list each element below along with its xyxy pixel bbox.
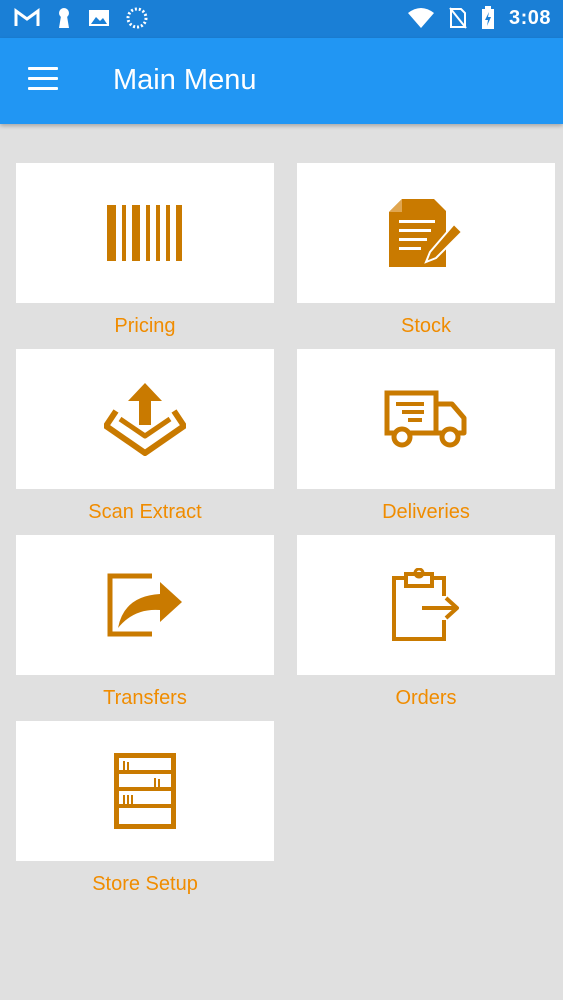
clipboard-arrow-icon bbox=[392, 568, 459, 641]
gmail-icon bbox=[14, 8, 40, 26]
menu-tile-stock[interactable] bbox=[297, 163, 555, 303]
barcode-icon bbox=[107, 205, 182, 261]
menu-tile-transfers[interactable] bbox=[16, 535, 274, 675]
share-arrow-icon bbox=[107, 573, 182, 637]
hamburger-menu-icon[interactable] bbox=[28, 67, 60, 93]
page-title: Main Menu bbox=[113, 64, 257, 96]
menu-label-deliveries: Deliveries bbox=[382, 501, 470, 523]
app-bar: Main Menu bbox=[0, 38, 563, 124]
no-sim-icon bbox=[449, 7, 467, 29]
box-upload-icon bbox=[104, 383, 186, 456]
battery-charging-icon bbox=[481, 6, 494, 29]
menu-label-transfers: Transfers bbox=[103, 687, 187, 709]
menu-tile-pricing[interactable] bbox=[16, 163, 274, 303]
image-icon bbox=[89, 10, 109, 26]
menu-tile-scan-extract[interactable] bbox=[16, 349, 274, 489]
clock: 3:08 bbox=[508, 6, 551, 29]
menu-label-store-setup: Store Setup bbox=[92, 873, 198, 895]
wifi-icon bbox=[407, 8, 434, 28]
menu-label-scan-extract: Scan Extract bbox=[88, 501, 202, 523]
menu-tile-orders[interactable] bbox=[297, 535, 555, 675]
menu-label-pricing: Pricing bbox=[114, 315, 176, 337]
sync-icon bbox=[126, 7, 148, 29]
menu-tile-deliveries[interactable] bbox=[297, 349, 555, 489]
bookshelf-icon bbox=[114, 753, 176, 829]
status-bar: 3:08 bbox=[0, 0, 563, 38]
menu-label-orders: Orders bbox=[395, 687, 457, 709]
document-edit-icon bbox=[389, 199, 464, 267]
keyhole-icon bbox=[59, 8, 69, 28]
menu-tile-store-setup[interactable] bbox=[16, 721, 274, 861]
delivery-truck-icon bbox=[384, 390, 467, 448]
menu-label-stock: Stock bbox=[400, 315, 452, 337]
